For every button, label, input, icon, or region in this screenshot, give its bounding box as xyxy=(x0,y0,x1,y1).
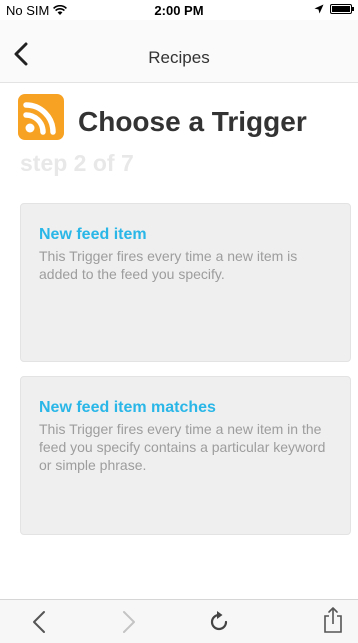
status-right xyxy=(314,4,354,14)
toolbar-forward-button[interactable] xyxy=(116,609,142,635)
battery-level xyxy=(332,6,350,12)
location-arrow-icon xyxy=(314,4,324,14)
toolbar-reload-button[interactable] xyxy=(206,609,232,635)
toolbar-share-button[interactable] xyxy=(320,607,346,633)
battery-icon xyxy=(330,4,354,14)
browser-toolbar xyxy=(0,599,358,643)
navigation-bar: Recipes xyxy=(0,20,358,83)
step-indicator: step 2 of 7 xyxy=(20,150,134,176)
back-arrow-icon xyxy=(33,611,45,633)
nav-title: Recipes xyxy=(148,48,210,67)
trigger-card-new-feed-item-matches[interactable]: New feed item matches This Trigger fires… xyxy=(20,376,351,535)
status-bar: No SIM 2:00 PM xyxy=(0,0,358,20)
trigger-description: This Trigger fires every time a new item… xyxy=(39,421,326,473)
page-title: Choose a Trigger xyxy=(78,106,307,137)
forward-arrow-icon xyxy=(123,611,135,633)
status-time: 2:00 PM xyxy=(154,3,204,18)
trigger-card-new-feed-item[interactable]: New feed item This Trigger fires every t… xyxy=(20,203,351,362)
share-icon xyxy=(324,607,342,633)
reload-icon xyxy=(210,611,228,631)
trigger-title: New feed item matches xyxy=(39,399,216,416)
rss-feed-icon xyxy=(18,94,64,140)
trigger-title: New feed item xyxy=(39,226,147,243)
trigger-description: This Trigger fires every time a new item… xyxy=(39,248,298,282)
toolbar-back-button[interactable] xyxy=(26,609,52,635)
